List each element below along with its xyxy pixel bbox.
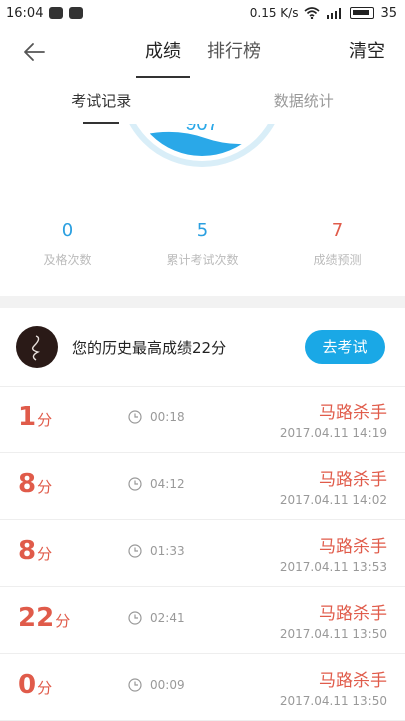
score-gauge: 907 — [0, 124, 405, 204]
stat-prediction: 7 成绩预测 — [270, 220, 405, 280]
record-title: 马路杀手 — [319, 532, 387, 557]
tab-ranking[interactable]: 排行榜 — [207, 26, 261, 78]
sub-tabs: 考试记录 数据统计 — [0, 78, 405, 124]
record-title: 马路杀手 — [319, 599, 387, 624]
status-time: 16:04 — [6, 6, 43, 21]
record-score: 22分 — [18, 603, 70, 633]
stats-row: 0 及格次数 5 累计考试次数 7 成绩预测 — [0, 220, 405, 280]
score-unit: 分 — [37, 478, 52, 496]
gauge-score: 907 — [185, 124, 218, 135]
record-duration: 00:09 — [150, 678, 185, 692]
stat-pass-count: 0 及格次数 — [0, 220, 135, 280]
stat-label: 成绩预测 — [270, 251, 405, 268]
message-icon — [49, 7, 63, 19]
record-score: 1分 — [18, 402, 52, 432]
list-item[interactable]: 0分 00:09 马路杀手 2017.04.11 13:50 — [0, 654, 405, 721]
back-arrow-icon[interactable] — [22, 40, 46, 64]
record-date: 2017.04.11 13:50 — [280, 694, 387, 708]
exam-records-list: 1分 00:18 马路杀手 2017.04.11 14:19 8分 04:12 … — [0, 386, 405, 721]
clock-icon — [128, 544, 142, 558]
score-value: 1 — [18, 402, 36, 432]
score-value: 8 — [18, 469, 36, 499]
subtab-exam-records[interactable]: 考试记录 — [0, 78, 203, 124]
score-unit: 分 — [37, 679, 52, 697]
battery-level: 35 — [380, 6, 397, 21]
record-title: 马路杀手 — [319, 465, 387, 490]
score-value: 0 — [18, 670, 36, 700]
wifi-icon — [304, 7, 320, 19]
record-duration: 04:12 — [150, 477, 185, 491]
score-unit: 分 — [37, 411, 52, 429]
score-value: 8 — [18, 536, 36, 566]
score-unit: 分 — [55, 612, 70, 630]
record-score: 0分 — [18, 670, 52, 700]
best-score-text: 您的历史最高成绩22分 — [72, 337, 226, 358]
score-value: 22 — [18, 603, 54, 633]
list-item[interactable]: 8分 01:33 马路杀手 2017.04.11 13:53 — [0, 520, 405, 587]
clock-icon — [128, 410, 142, 424]
record-title: 马路杀手 — [319, 398, 387, 423]
record-date: 2017.04.11 14:02 — [280, 493, 387, 507]
battery-icon — [350, 7, 374, 19]
top-nav: 成绩 排行榜 清空 — [0, 26, 405, 79]
record-date: 2017.04.11 14:19 — [280, 426, 387, 440]
tab-scores[interactable]: 成绩 — [145, 26, 181, 78]
record-duration: 02:41 — [150, 611, 185, 625]
clock-icon — [128, 678, 142, 692]
record-date: 2017.04.11 13:53 — [280, 560, 387, 574]
best-score-row: 您的历史最高成绩22分 去考试 — [0, 308, 405, 387]
stat-label: 累计考试次数 — [135, 251, 270, 268]
record-score: 8分 — [18, 469, 52, 499]
status-bar: 16:04 0.15 K/s 35 — [0, 0, 405, 26]
stat-value: 5 — [135, 220, 270, 241]
stat-value: 0 — [0, 220, 135, 241]
signature-icon — [16, 326, 58, 368]
nav-tabs: 成绩 排行榜 — [145, 26, 261, 78]
record-title: 马路杀手 — [319, 666, 387, 691]
take-exam-button[interactable]: 去考试 — [305, 330, 385, 364]
gauge-circle: 907 — [0, 124, 405, 204]
gallery-icon — [69, 7, 83, 19]
clock-icon — [128, 611, 142, 625]
record-score: 8分 — [18, 536, 52, 566]
clock-icon — [128, 477, 142, 491]
score-unit: 分 — [37, 545, 52, 563]
stat-total-exams: 5 累计考试次数 — [135, 220, 270, 280]
list-item[interactable]: 1分 00:18 马路杀手 2017.04.11 14:19 — [0, 386, 405, 453]
signal-icon — [326, 7, 344, 19]
stat-label: 及格次数 — [0, 251, 135, 268]
network-speed: 0.15 K/s — [250, 6, 299, 20]
clear-button[interactable]: 清空 — [349, 26, 385, 78]
record-date: 2017.04.11 13:50 — [280, 627, 387, 641]
record-duration: 01:33 — [150, 544, 185, 558]
section-divider — [0, 296, 405, 308]
subtab-data-statistics[interactable]: 数据统计 — [203, 78, 405, 124]
list-item[interactable]: 22分 02:41 马路杀手 2017.04.11 13:50 — [0, 587, 405, 654]
avatar — [16, 326, 58, 368]
list-item[interactable]: 8分 04:12 马路杀手 2017.04.11 14:02 — [0, 453, 405, 520]
record-duration: 00:18 — [150, 410, 185, 424]
stat-value: 7 — [270, 220, 405, 241]
